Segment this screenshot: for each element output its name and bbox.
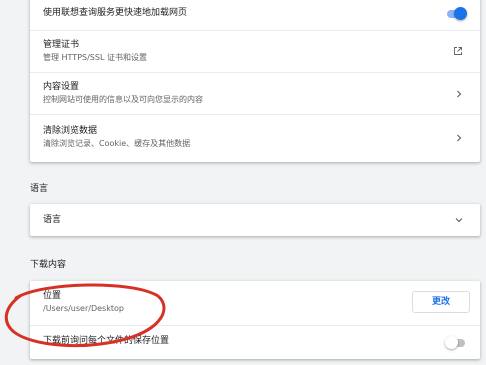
- privacy-card: 使用联想查询服务更快速地加载网页 管理证书 管理 HTTPS/SSL 证书和设置…: [30, 0, 480, 162]
- downloads-card: 位置 /Users/user/Desktop 更改 下载前询问每个文件的保存位置: [30, 281, 480, 359]
- clear-browsing-data-label: 清除浏览数据: [43, 126, 98, 136]
- toggle-knob: [454, 7, 467, 20]
- language-card: 语言: [30, 204, 480, 236]
- download-location-row: 位置 /Users/user/Desktop 更改: [30, 281, 480, 325]
- clear-browsing-data-desc: 清除浏览记录、Cookie、缓存及其他数据: [43, 139, 191, 148]
- manage-certificates-row[interactable]: 管理证书 管理 HTTPS/SSL 证书和设置: [30, 30, 480, 72]
- clear-browsing-data-row[interactable]: 清除浏览数据 清除浏览记录、Cookie、缓存及其他数据: [30, 114, 480, 162]
- change-location-button[interactable]: 更改: [412, 291, 470, 313]
- manage-certificates-label: 管理证书: [43, 40, 80, 50]
- language-label: 语言: [43, 215, 62, 225]
- chevron-right-icon: [457, 134, 462, 142]
- toggle-knob: [445, 336, 458, 349]
- lenovo-lookup-row[interactable]: 使用联想查询服务更快速地加载网页: [30, 0, 480, 30]
- chevron-down-icon[interactable]: [454, 215, 464, 225]
- content-settings-label: 内容设置: [43, 82, 80, 92]
- download-location-label: 位置: [43, 291, 62, 301]
- content-settings-desc: 控制网站可使用的信息以及可向您显示的内容: [43, 95, 203, 104]
- content-settings-row[interactable]: 内容设置 控制网站可使用的信息以及可向您显示的内容: [30, 72, 480, 114]
- manage-certificates-desc: 管理 HTTPS/SSL 证书和设置: [43, 53, 147, 62]
- ask-where-to-save-row[interactable]: 下载前询问每个文件的保存位置: [30, 325, 480, 359]
- ask-where-to-save-label: 下载前询问每个文件的保存位置: [43, 336, 170, 346]
- download-location-path: /Users/user/Desktop: [43, 304, 124, 313]
- downloads-section-heading: 下载内容: [30, 260, 67, 270]
- language-row[interactable]: 语言: [30, 204, 480, 236]
- language-section-heading: 语言: [30, 184, 49, 194]
- chevron-right-icon: [457, 90, 462, 98]
- external-link-icon[interactable]: [453, 46, 463, 56]
- lenovo-lookup-toggle[interactable]: [445, 7, 467, 21]
- ask-where-to-save-toggle[interactable]: [445, 336, 467, 350]
- lenovo-lookup-label: 使用联想查询服务更快速地加载网页: [43, 8, 188, 18]
